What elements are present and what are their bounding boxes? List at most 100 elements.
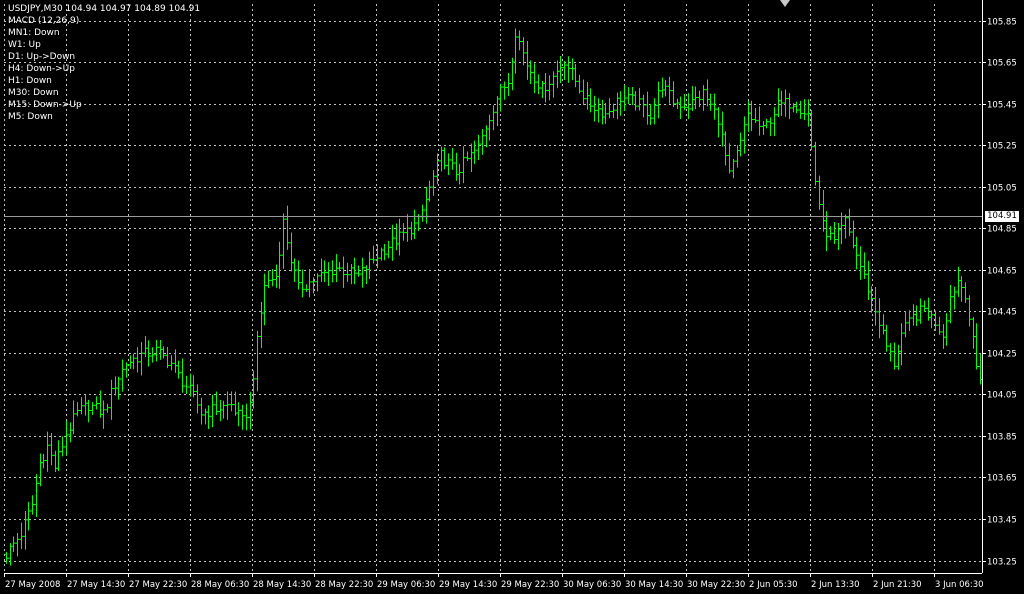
ohlc-bar — [543, 73, 548, 103]
ohlc-bar — [749, 100, 754, 131]
y-tick-label: 104.65 — [987, 267, 1017, 277]
ohlc-bar — [330, 260, 335, 283]
ohlc-bar — [888, 343, 893, 362]
ohlc-bar — [176, 360, 181, 379]
ohlc-bar — [963, 282, 968, 303]
ohlc-bar — [169, 355, 174, 371]
ohlc-bar — [214, 391, 219, 416]
ohlc-bar — [663, 80, 668, 97]
ohlc-bar — [180, 358, 185, 393]
ohlc-bar — [498, 83, 503, 112]
ohlc-bar — [248, 391, 253, 430]
ohlc-bar — [161, 346, 166, 359]
ohlc-bar — [547, 75, 552, 101]
ohlc-bar — [513, 28, 518, 74]
y-tick-label: 103.25 — [987, 558, 1017, 568]
ohlc-bar — [633, 90, 638, 111]
x-tick-label: 30 May 22:30 — [687, 580, 745, 590]
ohlc-bar — [761, 120, 766, 135]
y-tick-label: 103.65 — [987, 474, 1017, 484]
ohlc-bar — [596, 98, 601, 123]
ohlc-bar — [824, 211, 829, 252]
ohlc-bar — [521, 37, 526, 66]
ohlc-bar — [948, 284, 953, 324]
ohlc-bar — [720, 111, 725, 147]
ohlc-bar — [75, 402, 80, 417]
ohlc-bar — [555, 60, 560, 89]
ohlc-bar — [517, 30, 522, 51]
ohlc-bar — [94, 396, 99, 410]
ohlc-bar — [382, 243, 387, 261]
ohlc-bar — [53, 450, 58, 473]
ohlc-bar — [716, 107, 721, 138]
ohlc-bar — [570, 58, 575, 81]
x-tick-label: 30 May 14:30 — [625, 580, 683, 590]
chart-area: 105.85 105.65 105.45 105.25 105.05 104.85 104.… — [0, 0, 1024, 594]
ohlc-bar — [304, 284, 309, 292]
ohlc-bar — [615, 92, 620, 120]
ohlc-bar — [630, 86, 635, 106]
ohlc-bar — [446, 153, 451, 176]
ohlc-bar — [292, 258, 297, 282]
ohlc-bar — [862, 252, 867, 279]
ohlc-bar — [135, 347, 140, 373]
y-tick-label: 105.25 — [987, 142, 1017, 152]
ohlc-bar — [581, 79, 586, 106]
ohlc-bar — [592, 95, 597, 122]
ohlc-bar — [124, 362, 129, 378]
ohlc-bar — [131, 353, 136, 370]
ohlc-bar — [686, 93, 691, 120]
ohlc-bar — [424, 186, 429, 224]
chart-shift-marker-icon[interactable] — [780, 0, 790, 7]
ohlc-bar — [626, 87, 631, 105]
ohlc-bar — [19, 522, 24, 550]
ohlc-bar — [802, 99, 807, 121]
ohlc-bar — [667, 76, 672, 104]
ohlc-bar — [322, 260, 327, 283]
ohlc-bar — [221, 400, 226, 419]
ohlc-bar — [690, 86, 695, 112]
ohlc-bar — [199, 397, 204, 425]
ohlc-bar — [712, 93, 717, 120]
ohlc-bar — [776, 88, 781, 117]
ohlc-bar — [38, 453, 43, 487]
ohlc-bar — [701, 85, 706, 111]
ohlc-bar — [607, 98, 612, 119]
ohlc-bar — [971, 317, 976, 349]
ohlc-bar — [783, 89, 788, 117]
ohlc-bar — [206, 405, 211, 430]
ohlc-bar — [345, 262, 350, 282]
ohlc-bar — [11, 536, 16, 552]
chart-info-panel: USDJPY,M30 104.94 104.97 104.89 104.91 M… — [8, 3, 200, 123]
y-tick-label: 104.85 — [987, 225, 1017, 235]
ohlc-bar — [240, 404, 245, 430]
ohlc-bar — [577, 74, 582, 94]
ohlc-bar — [671, 81, 676, 107]
ohlc-bar — [139, 342, 144, 376]
ohlc-bar — [296, 260, 301, 290]
ohlc-bar — [723, 131, 728, 166]
y-tick-label: 105.85 — [987, 18, 1017, 28]
ohlc-bar — [705, 79, 710, 107]
ohlc-bar — [315, 273, 320, 292]
trend-h1: H1: Down — [8, 76, 52, 86]
ohlc-bar — [270, 269, 275, 287]
ohlc-bar — [266, 270, 271, 289]
y-tick-label: 104.05 — [987, 391, 1017, 401]
x-tick-label: 2 Jun 21:30 — [873, 580, 922, 590]
trend-m5: M5: Down — [8, 112, 53, 122]
y-tick-label: 104.25 — [987, 350, 1017, 360]
ohlc-bar — [165, 346, 170, 369]
x-tick-label: 29 May 14:30 — [439, 580, 497, 590]
ohlc-bar — [427, 180, 432, 202]
ohlc-bar — [959, 276, 964, 302]
ohlc-bar — [233, 391, 238, 416]
ohlc-bar — [798, 100, 803, 119]
ohlc-bar — [472, 140, 477, 164]
ohlc-bar — [30, 495, 35, 515]
ohlc-bar — [289, 232, 294, 272]
ohlc-bar — [652, 98, 657, 125]
ohlc-bar — [573, 63, 578, 88]
ohlc-bar — [442, 147, 447, 170]
ohlc-bar — [929, 310, 934, 329]
